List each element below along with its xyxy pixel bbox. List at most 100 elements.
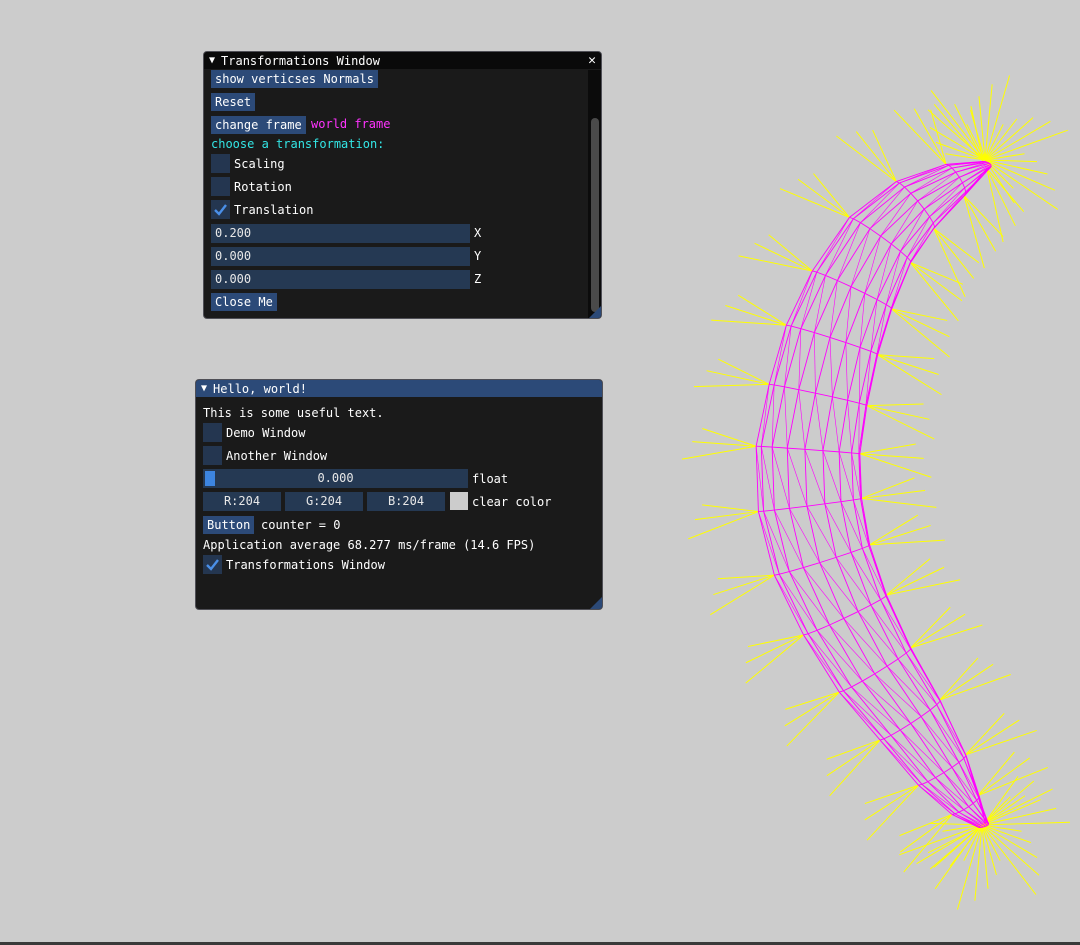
- mesh-edge: [772, 446, 788, 449]
- normal-line: [977, 766, 1048, 797]
- mesh-edge: [886, 594, 912, 649]
- mesh-edge: [840, 501, 852, 553]
- mesh-edge: [773, 325, 787, 386]
- color-swatch[interactable]: [450, 492, 468, 510]
- mesh-edge: [859, 405, 868, 454]
- normal-line: [900, 814, 953, 853]
- window-title: Hello, world!: [213, 381, 307, 396]
- close-icon[interactable]: ✕: [588, 52, 596, 69]
- mesh-edge: [803, 633, 809, 636]
- mesh-edge: [824, 503, 837, 558]
- reset-button[interactable]: Reset: [211, 93, 256, 111]
- mesh-edge: [835, 557, 872, 606]
- mesh-edge: [814, 275, 826, 333]
- mesh-edge: [798, 389, 816, 394]
- transformations-window-titlebar[interactable]: ▼ Transformations Window ✕: [204, 52, 601, 69]
- mesh-edge: [845, 286, 852, 343]
- normal-line: [866, 405, 935, 440]
- translate-y-input[interactable]: 0.000: [211, 247, 470, 266]
- scrollbar-thumb[interactable]: [591, 118, 599, 312]
- mesh-edge: [774, 575, 809, 634]
- mesh-edge: [803, 562, 820, 569]
- mesh-edge: [822, 450, 840, 453]
- mesh-edge: [900, 250, 908, 258]
- another-window-label: Another Window: [226, 449, 328, 463]
- mesh-edge: [819, 562, 859, 612]
- mesh-edge: [921, 781, 929, 785]
- mesh-edge: [791, 325, 801, 330]
- mesh-edge: [860, 222, 871, 230]
- close-me-button[interactable]: Close Me: [211, 293, 277, 311]
- color-g-input[interactable]: G:204: [285, 492, 363, 511]
- mesh-edge: [814, 337, 831, 394]
- translate-z-input[interactable]: 0.000: [211, 270, 470, 289]
- mesh-edge: [932, 187, 965, 224]
- mesh-edge: [812, 270, 817, 273]
- mesh-edge: [816, 624, 830, 631]
- translate-x-input[interactable]: 0.200: [211, 224, 470, 243]
- mesh-edge: [845, 293, 866, 343]
- hello-window-titlebar[interactable]: ▼ Hello, world!: [196, 380, 602, 397]
- mesh-edge: [910, 716, 922, 724]
- show-normals-button[interactable]: show verticses Normals: [211, 70, 378, 88]
- mesh-edge: [806, 505, 837, 558]
- mesh-edge: [786, 389, 800, 449]
- mesh-edge: [876, 243, 892, 300]
- mesh-edge: [958, 758, 965, 763]
- change-frame-button[interactable]: change frame: [211, 116, 306, 134]
- y-axis-label: Y: [474, 249, 482, 263]
- mesh-edge: [779, 571, 790, 575]
- normal-line: [693, 383, 770, 388]
- collapse-arrow-icon[interactable]: ▼: [201, 383, 207, 394]
- mesh-edge: [958, 809, 964, 813]
- normal-line: [826, 739, 881, 760]
- mesh-edge: [798, 328, 802, 390]
- scaling-checkbox[interactable]: [211, 154, 230, 173]
- mesh-edge: [850, 547, 863, 553]
- mesh-edge: [845, 342, 848, 401]
- mesh-edge: [929, 216, 934, 224]
- translation-checkbox[interactable]: [211, 200, 230, 219]
- normal-line: [981, 824, 1037, 895]
- mesh-edge: [932, 222, 936, 228]
- mesh-edge: [864, 243, 892, 294]
- normal-line: [939, 674, 1011, 701]
- mesh-edge: [951, 762, 960, 768]
- color-r-input[interactable]: R:204: [203, 492, 281, 511]
- x-axis-label: X: [474, 226, 482, 240]
- collapse-arrow-icon[interactable]: ▼: [209, 55, 215, 66]
- mesh-edge: [843, 686, 852, 692]
- resize-grip-icon[interactable]: [589, 306, 601, 318]
- mesh-edge: [829, 624, 875, 675]
- mesh-edge: [778, 574, 809, 634]
- mesh-edge: [951, 167, 957, 173]
- mesh-edge: [955, 171, 960, 178]
- normal-line: [706, 370, 770, 385]
- mesh-edge: [832, 396, 840, 452]
- normal-line: [939, 663, 994, 701]
- normal-line: [797, 178, 850, 218]
- transformations-window-checkbox[interactable]: [203, 555, 222, 574]
- another-window-checkbox[interactable]: [203, 446, 222, 465]
- mesh-edge: [869, 544, 887, 596]
- color-b-input[interactable]: B:204: [367, 492, 445, 511]
- resize-grip-icon[interactable]: [590, 597, 602, 609]
- mesh-edge: [840, 501, 863, 549]
- mesh-edge: [876, 299, 887, 305]
- mesh-edge: [859, 293, 866, 348]
- scrollbar[interactable]: [588, 70, 601, 318]
- mesh-edge: [785, 270, 813, 326]
- float-slider[interactable]: 0.000: [203, 469, 468, 488]
- transformations-window[interactable]: ▼ Transformations Window ✕ show verticse…: [203, 51, 602, 319]
- mesh-edge: [824, 501, 842, 505]
- mesh-edge: [847, 347, 861, 401]
- rotation-checkbox[interactable]: [211, 177, 230, 196]
- mesh-edge: [874, 673, 912, 724]
- normal-line: [711, 319, 787, 326]
- mesh-edge: [804, 393, 816, 450]
- demo-window-checkbox[interactable]: [203, 423, 222, 442]
- hello-world-window[interactable]: ▼ Hello, world! This is some useful text…: [195, 379, 603, 610]
- counter-button[interactable]: Button: [203, 516, 255, 534]
- mesh-edge: [964, 187, 967, 193]
- slider-grab[interactable]: [205, 471, 215, 486]
